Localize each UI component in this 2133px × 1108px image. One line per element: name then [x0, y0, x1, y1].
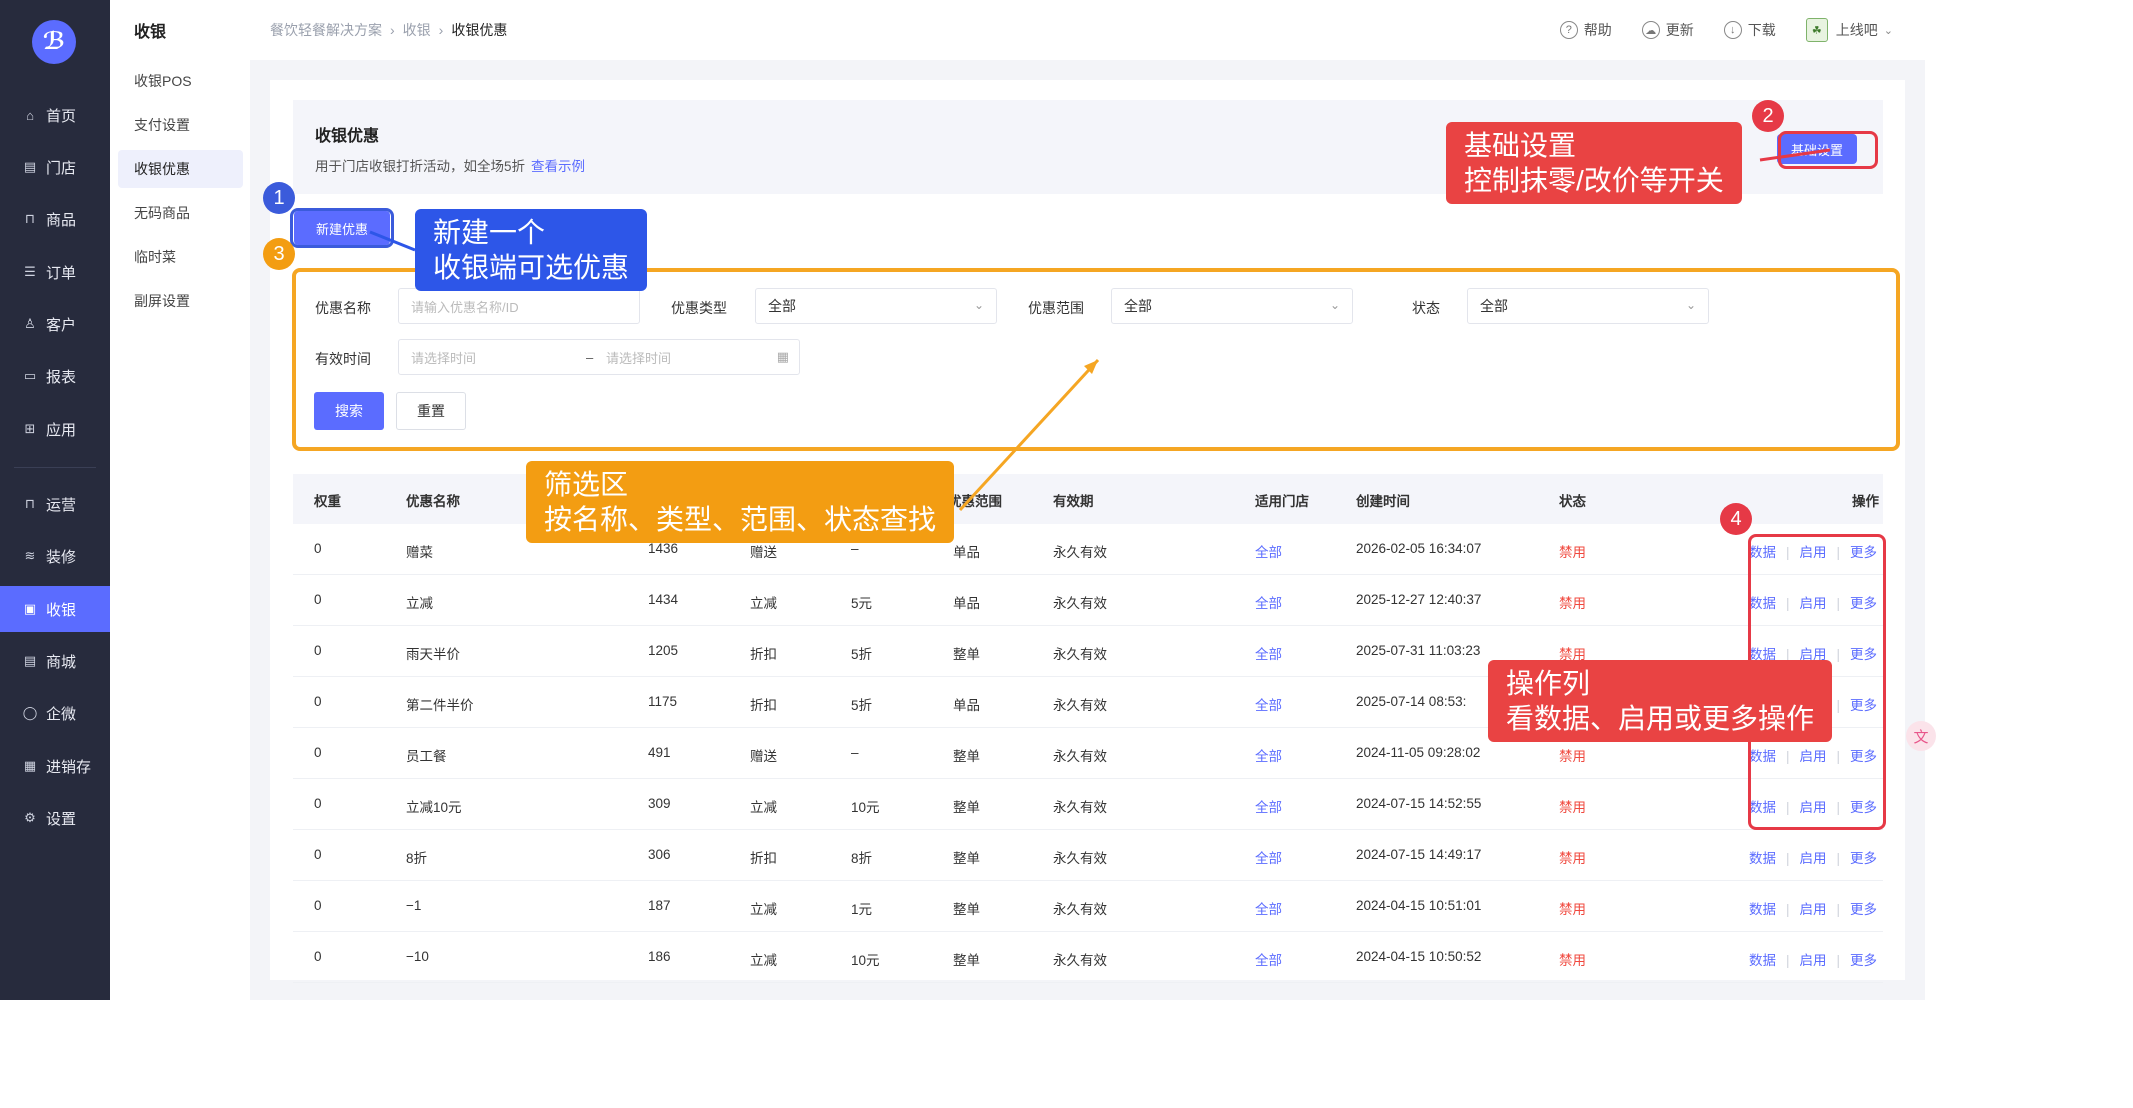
- callout-line: 控制抹零/改价等开关: [1464, 165, 1724, 196]
- step-badge-2: 2: [1752, 100, 1784, 132]
- callout-base-settings: 基础设置 控制抹零/改价等开关: [1446, 122, 1742, 204]
- callout-operations: 操作列 看数据、启用或更多操作: [1488, 660, 1833, 742]
- callout-line: 按名称、类型、范围、状态查找: [544, 504, 937, 535]
- new-arrow: [369, 230, 416, 252]
- base-arrow: [1759, 148, 1831, 162]
- callout-line: 新建一个: [433, 217, 546, 248]
- step-badge-4: 4: [1720, 503, 1752, 535]
- callout-line: 操作列: [1506, 668, 1591, 699]
- callout-line: 看数据、启用或更多操作: [1506, 703, 1815, 734]
- translate-float-icon[interactable]: 文: [1906, 721, 1936, 751]
- step-badge-3: 3: [263, 238, 295, 270]
- callout-filter-area: 筛选区 按名称、类型、范围、状态查找: [526, 461, 955, 543]
- callout-line: 基础设置: [1464, 130, 1577, 161]
- callout-line: 收银端可选优惠: [433, 252, 630, 283]
- callout-line: 筛选区: [544, 469, 629, 500]
- step-badge-1: 1: [263, 182, 295, 214]
- filter-arrow: [958, 358, 1100, 512]
- annotation-arrows: [369, 148, 1831, 512]
- callout-new-discount: 新建一个 收银端可选优惠: [415, 209, 648, 291]
